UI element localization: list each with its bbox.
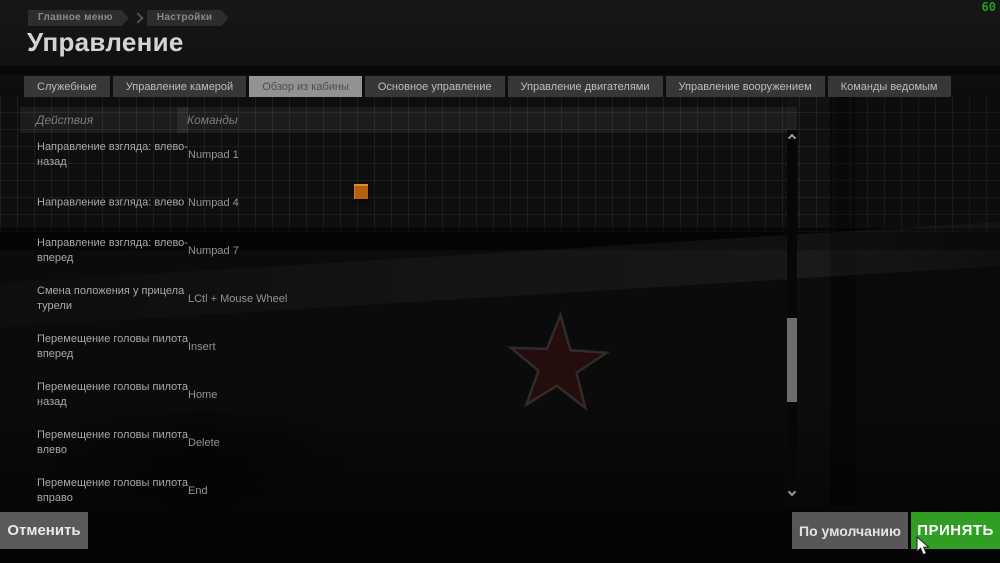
action-label: Направление взгляда: влево bbox=[37, 196, 185, 209]
scrollbar-up-button[interactable] bbox=[787, 132, 797, 143]
binding-row[interactable]: Перемещение головы пилота назад Home bbox=[0, 371, 786, 419]
binding-row[interactable]: Смена положения у прицела турели LCtl + … bbox=[0, 275, 786, 323]
controls-settings-screen: Главное меню Настройки Управление 60 Слу… bbox=[0, 0, 1000, 563]
tab-label: Управление двигателями bbox=[520, 80, 650, 93]
breadcrumb-separator-icon bbox=[132, 12, 144, 24]
defaults-button[interactable]: По умолчанию bbox=[792, 512, 908, 549]
command-value[interactable]: Numpad 1 bbox=[188, 149, 239, 161]
tab-label: Управление камерой bbox=[125, 80, 234, 93]
scrollbar-thumb[interactable] bbox=[787, 318, 797, 402]
command-value[interactable]: Numpad 7 bbox=[188, 245, 239, 257]
command-value[interactable]: Home bbox=[188, 389, 217, 401]
tab-2[interactable]: Обзор из кабины bbox=[249, 76, 362, 97]
tab-5[interactable]: Управление вооружением bbox=[665, 76, 825, 97]
command-value[interactable]: Insert bbox=[188, 341, 216, 353]
action-label: Перемещение головы пилота влево bbox=[37, 429, 189, 456]
tab-label: Обзор из кабины bbox=[262, 80, 349, 93]
command-value[interactable]: LCtl + Mouse Wheel bbox=[188, 293, 287, 305]
scrollbar-down-button[interactable] bbox=[787, 487, 797, 498]
binding-row[interactable]: Перемещение головы пилота влево Delete bbox=[0, 419, 786, 467]
chevron-up-icon bbox=[787, 133, 797, 143]
tab-6[interactable]: Команды ведомым bbox=[827, 76, 951, 97]
action-label: Перемещение головы пилота назад bbox=[37, 381, 189, 408]
tab-label: Служебные bbox=[37, 80, 97, 93]
tab-0[interactable]: Служебные bbox=[24, 76, 110, 97]
binding-row[interactable]: Перемещение головы пилота вперед Insert bbox=[0, 323, 786, 371]
fps-counter: 60 bbox=[981, 0, 996, 14]
binding-row[interactable]: Направление взгляда: влево Numpad 4 bbox=[0, 179, 786, 227]
tab-4[interactable]: Управление двигателями bbox=[507, 76, 663, 97]
action-label: Перемещение головы пилота вправо bbox=[37, 477, 189, 503]
action-label: Смена положения у прицела турели bbox=[37, 285, 185, 312]
tab-bar: Служебные Управление камерой Обзор из ка… bbox=[24, 76, 951, 97]
command-value[interactable]: End bbox=[188, 485, 208, 497]
chevron-down-icon bbox=[787, 487, 797, 497]
binding-row[interactable]: Направление взгляда: влево-вперед Numpad… bbox=[0, 227, 786, 275]
breadcrumb: Главное меню Настройки bbox=[28, 10, 228, 26]
tab-label: Основное управление bbox=[377, 80, 492, 93]
command-value[interactable]: Numpad 4 bbox=[188, 197, 239, 209]
command-value[interactable]: Delete bbox=[188, 437, 220, 449]
binding-row[interactable]: Перемещение головы пилота вправо End bbox=[0, 467, 786, 503]
page-title: Управление bbox=[27, 27, 184, 57]
action-label: Перемещение головы пилота вперед bbox=[37, 333, 189, 360]
column-header-commands: Команды bbox=[177, 107, 797, 133]
column-header-actions: Действия bbox=[20, 107, 188, 133]
breadcrumb-item-main-menu[interactable]: Главное меню bbox=[28, 10, 129, 26]
tab-3[interactable]: Основное управление bbox=[364, 76, 505, 97]
cancel-button[interactable]: Отменить bbox=[0, 512, 88, 549]
breadcrumb-item-settings[interactable]: Настройки bbox=[147, 10, 228, 26]
action-label: Направление взгляда: влево-вперед bbox=[37, 237, 188, 264]
scrollbar bbox=[787, 130, 797, 500]
header-divider bbox=[0, 66, 1000, 75]
action-label: Направление взгляда: влево-назад bbox=[37, 141, 188, 168]
tab-label: Управление вооружением bbox=[678, 80, 812, 93]
scrollbar-track[interactable] bbox=[787, 130, 797, 500]
tab-label: Команды ведомым bbox=[840, 80, 938, 93]
tab-1[interactable]: Управление камерой bbox=[112, 76, 247, 97]
binding-row[interactable]: Направление взгляда: влево-назад Numpad … bbox=[0, 131, 786, 179]
bindings-list: Направление взгляда: влево-назад Numpad … bbox=[0, 131, 786, 503]
mouse-cursor bbox=[916, 536, 930, 556]
